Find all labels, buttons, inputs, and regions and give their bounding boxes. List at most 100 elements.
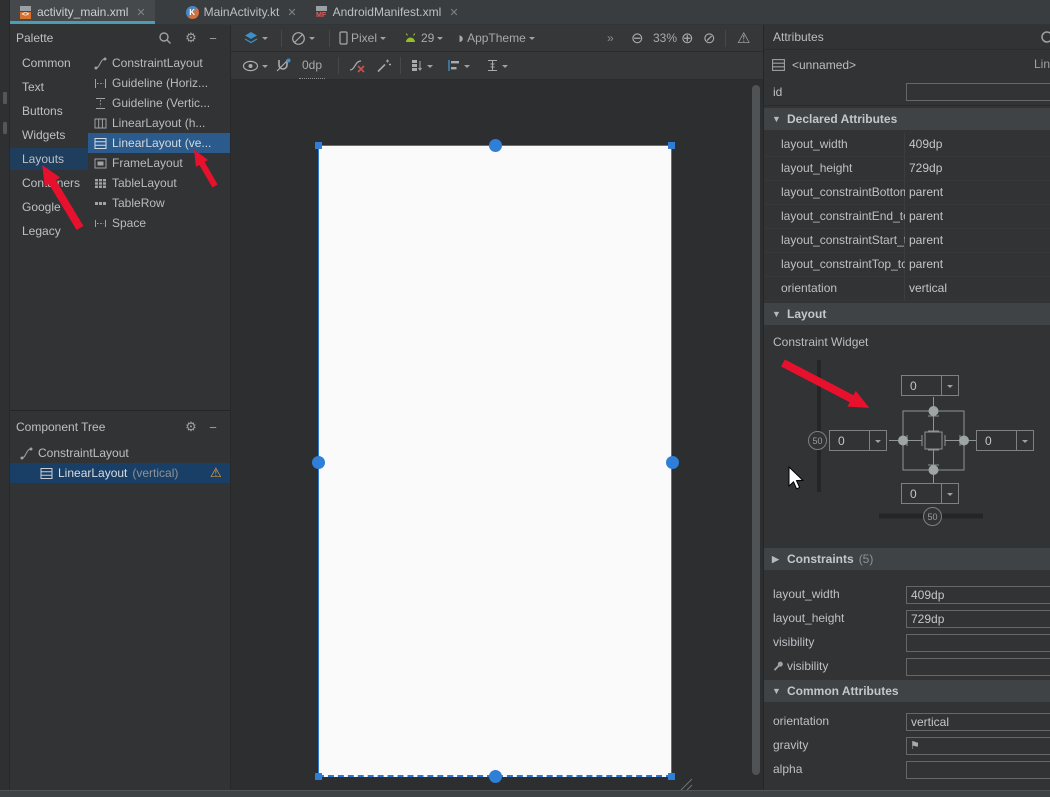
palette-item-framelayout[interactable]: FrameLayout (88, 153, 230, 173)
gear-icon[interactable]: ⚙ (180, 419, 202, 435)
toolbar-overflow-chevrons[interactable]: » (607, 25, 614, 51)
zoom-out-button[interactable]: ⊖ (631, 25, 644, 51)
section-declared-attributes[interactable]: ▼ Declared Attributes (764, 108, 1050, 130)
palette-item-guideline-horizontal[interactable]: Guideline (Horiz... (88, 73, 230, 93)
palette-category-common[interactable]: Common (10, 52, 88, 74)
palette-category-text[interactable]: Text (10, 76, 88, 98)
palette-item-space[interactable]: Space (88, 213, 230, 233)
api-selector[interactable]: 29 (403, 25, 443, 51)
guidelines-button[interactable] (486, 52, 508, 79)
close-icon[interactable]: ✕ (136, 6, 145, 19)
attr-row[interactable]: layout_width 409dp (764, 133, 1050, 157)
margin-left-combo[interactable]: 0 (829, 430, 887, 451)
canvas-vertical-scrollbar[interactable] (752, 85, 760, 775)
tree-node-linearlayout-vertical[interactable]: LinearLayout(vertical) ⚠ (10, 463, 230, 483)
palette-item-constraintlayout[interactable]: ConstraintLayout (88, 53, 230, 73)
warning-icon[interactable]: ⚠ (210, 465, 222, 481)
orientation-input[interactable] (906, 713, 1050, 731)
align-button[interactable] (447, 52, 470, 79)
eye-icon (242, 60, 259, 72)
alpha-input[interactable] (906, 761, 1050, 779)
theme-selector[interactable]: ◑ AppTheme (455, 25, 535, 51)
section-constraints[interactable]: ▶ Constraints (5) (764, 548, 1050, 570)
constraint-anchor-top[interactable] (489, 139, 502, 152)
constraintlayout-icon (94, 57, 107, 70)
attr-row[interactable]: layout_constraintBottom_toBottomOf paren… (764, 181, 1050, 205)
palette-category-buttons[interactable]: Buttons (10, 100, 88, 122)
close-icon[interactable]: ✕ (449, 6, 458, 19)
device-selector[interactable]: Pixel (339, 25, 386, 51)
orientation-button[interactable] (291, 25, 315, 51)
constraint-anchor-left[interactable] (312, 456, 325, 469)
pack-button[interactable] (410, 52, 433, 79)
distribute-icon (486, 59, 499, 72)
infer-constraints-button[interactable] (376, 52, 392, 79)
tab-mainactivity-kt[interactable]: K MainActivity.kt ✕ (177, 0, 306, 24)
warnings-button[interactable]: ⚠ (737, 25, 750, 51)
linearlayout-vertical-icon (40, 467, 53, 480)
tree-node-constraintlayout[interactable]: ConstraintLayout (10, 443, 230, 463)
tool-stripe-mark[interactable] (3, 92, 7, 104)
horizontal-bias-badge[interactable]: 50 (923, 507, 942, 526)
layout-height-input[interactable] (906, 610, 1050, 628)
attr-row[interactable]: layout_constraintEnd_toEndOf parent (764, 205, 1050, 229)
layers-icon (243, 31, 259, 45)
search-icon[interactable] (158, 31, 180, 45)
close-icon[interactable]: ✕ (287, 6, 296, 19)
minimize-icon[interactable]: − (202, 420, 224, 435)
attr-field-row: visibility (764, 655, 1050, 679)
attr-field-row: orientation (764, 710, 1050, 734)
resize-handle-top-left[interactable] (315, 142, 322, 149)
gear-icon[interactable]: ⚙ (180, 30, 202, 46)
palette-category-containers[interactable]: Containers (10, 172, 88, 194)
guideline-vertical-icon (94, 97, 107, 110)
palette-item-linearlayout-vertical[interactable]: LinearLayout (ve... (88, 133, 230, 153)
view-options-button[interactable] (242, 52, 268, 79)
palette-category-widgets[interactable]: Widgets (10, 124, 88, 146)
resize-handle-bottom-left[interactable] (315, 773, 322, 780)
palette-item-tablerow[interactable]: TableRow (88, 193, 230, 213)
palette-item-guideline-vertical[interactable]: Guideline (Vertic... (88, 93, 230, 113)
margin-right-combo[interactable]: 0 (976, 430, 1034, 451)
autoconnect-off-button[interactable] (275, 52, 291, 79)
palette-panel: Palette ⚙ − Common Text Buttons Widgets … (10, 25, 230, 410)
manifest-file-icon: MF (315, 6, 328, 19)
margin-top-combo[interactable]: 0 (901, 375, 959, 396)
palette-item-linearlayout-horizontal[interactable]: LinearLayout (h... (88, 113, 230, 133)
search-icon[interactable] (1040, 30, 1050, 46)
tab-androidmanifest-xml[interactable]: MF AndroidManifest.xml ✕ (306, 0, 468, 24)
vertical-bias-badge[interactable]: 50 (808, 431, 827, 450)
left-tool-stripe (0, 0, 10, 790)
attr-row[interactable]: layout_height 729dp (764, 157, 1050, 181)
linearlayout-preview[interactable] (318, 145, 672, 777)
tools-visibility-input[interactable] (906, 658, 1050, 676)
attr-row[interactable]: orientation vertical (764, 277, 1050, 301)
constraint-anchor-bottom[interactable] (489, 770, 502, 783)
layout-width-input[interactable] (906, 586, 1050, 604)
section-layout[interactable]: ▼ Layout (764, 303, 1050, 325)
id-input[interactable] (906, 83, 1050, 101)
id-row: id (764, 80, 1050, 106)
attr-row[interactable]: layout_constraintStart_toStartOf parent (764, 229, 1050, 253)
constraint-anchor-right[interactable] (666, 456, 679, 469)
margin-bottom-combo[interactable]: 0 (901, 483, 959, 504)
tool-stripe-mark[interactable] (3, 122, 7, 134)
zoom-to-fit-button[interactable]: ⊘ (703, 25, 716, 51)
pack-icon (410, 59, 424, 72)
palette-item-tablelayout[interactable]: TableLayout (88, 173, 230, 193)
palette-category-legacy[interactable]: Legacy (10, 220, 88, 242)
resize-handle-top-right[interactable] (668, 142, 675, 149)
palette-category-google[interactable]: Google (10, 196, 88, 218)
resize-handle-bottom-right[interactable] (668, 773, 675, 780)
minimize-icon[interactable]: − (202, 31, 224, 46)
section-common-attributes[interactable]: ▼ Common Attributes (764, 680, 1050, 702)
default-margin-selector[interactable]: 0dp (299, 52, 325, 79)
palette-category-layouts[interactable]: Layouts (10, 148, 88, 170)
visibility-input[interactable] (906, 634, 1050, 652)
zoom-in-button[interactable]: ⊕ (681, 25, 694, 51)
tab-activity-main-xml[interactable]: <> activity_main.xml ✕ (10, 0, 155, 24)
attr-row[interactable]: layout_constraintTop_toTopOf parent (764, 253, 1050, 277)
clear-constraints-button[interactable] (348, 52, 366, 79)
view-mode-button[interactable] (243, 25, 268, 51)
gravity-input[interactable] (906, 737, 1050, 755)
